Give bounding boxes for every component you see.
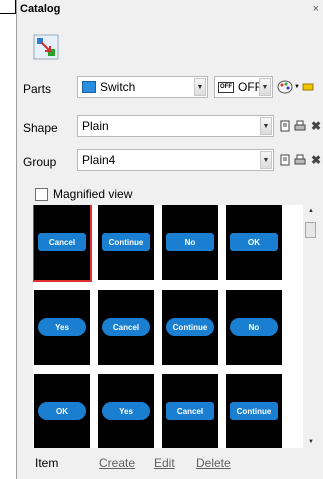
part-tile[interactable]: No [162,205,218,280]
state-value: OFF [238,80,259,94]
button-preview: No [166,233,214,251]
button-preview: Yes [38,318,86,336]
part-tile[interactable]: Continue [162,290,218,365]
magnified-view-checkbox[interactable]: Magnified view [35,187,132,201]
button-preview: OK [230,233,278,251]
button-preview: Continue [230,402,278,420]
chevron-down-icon: ▼ [194,78,206,96]
part-tile[interactable]: No [226,290,282,365]
panel-titlebar: Catalog × [17,0,323,18]
button-preview: No [230,318,278,336]
palette-dropdown-icon[interactable]: ▼ [293,80,301,94]
delete-link[interactable]: Delete [196,456,231,470]
shape-label: Shape [23,121,58,135]
gallery-scrollbar[interactable]: ▲ ▼ [304,205,318,448]
off-badge-icon: OFF [218,81,234,93]
panel-title: Catalog [20,3,61,15]
parts-label: Parts [23,82,52,96]
chevron-down-icon: ▼ [260,117,272,135]
catalog-panel: Catalog × Parts Switch ▼ OFF OFF ▼ ▼ Sha… [16,0,323,479]
shape-select[interactable]: Plain ▼ [77,115,274,137]
edit-link[interactable]: Edit [154,456,175,470]
magnified-view-label: Magnified view [53,187,133,201]
tag-icon[interactable] [302,80,314,94]
shape-value: Plain [82,119,109,133]
button-preview: Continue [166,318,214,336]
print-icon[interactable] [293,153,307,167]
chevron-down-icon: ▼ [260,151,272,169]
copy-icon[interactable] [278,119,292,133]
footer-bar: Item Create Edit Delete [17,456,323,474]
part-tile[interactable]: Yes [98,374,154,448]
copy-icon[interactable] [278,153,292,167]
part-tile[interactable]: Cancel [33,205,92,282]
close-icon[interactable]: × [313,0,319,18]
button-preview: Cancel [166,402,214,420]
part-tile[interactable]: OK [34,374,90,448]
palette-icon[interactable] [277,80,293,94]
delete-icon[interactable]: ✖ [309,119,323,133]
group-label: Group [23,155,57,169]
catalog-tool-icon[interactable] [33,34,59,60]
part-tile[interactable]: Cancel [162,374,218,448]
state-select[interactable]: OFF OFF ▼ [214,76,273,98]
button-preview: Continue [102,233,150,251]
part-tile[interactable]: Continue [226,374,282,448]
part-tile[interactable]: Continue [98,205,154,280]
parts-value: Switch [100,80,136,94]
button-preview: Cancel [102,318,150,336]
switch-icon [82,81,96,93]
chevron-down-icon: ▼ [259,78,271,96]
parts-select[interactable]: Switch ▼ [77,76,208,98]
group-value: Plain4 [82,153,116,167]
outline-bracket [0,0,16,14]
part-tile[interactable]: OK [226,205,282,280]
button-preview: OK [38,402,86,420]
group-select[interactable]: Plain4 ▼ [77,149,274,171]
button-preview: Yes [102,402,150,420]
scroll-thumb[interactable] [305,222,316,238]
delete-icon[interactable]: ✖ [309,153,323,167]
checkbox-box[interactable] [35,187,48,201]
part-tile[interactable]: Cancel [98,290,154,365]
print-icon[interactable] [293,119,307,133]
create-link[interactable]: Create [99,456,135,470]
scroll-down-icon[interactable]: ▼ [304,439,318,445]
item-label: Item [35,456,59,470]
part-tile[interactable]: Yes [34,290,90,365]
parts-gallery: Cancel Continue No OK Yes Cancel Continue No OK Y… [33,205,303,448]
button-preview: Cancel [38,233,86,251]
scroll-up-icon[interactable]: ▲ [304,208,318,214]
